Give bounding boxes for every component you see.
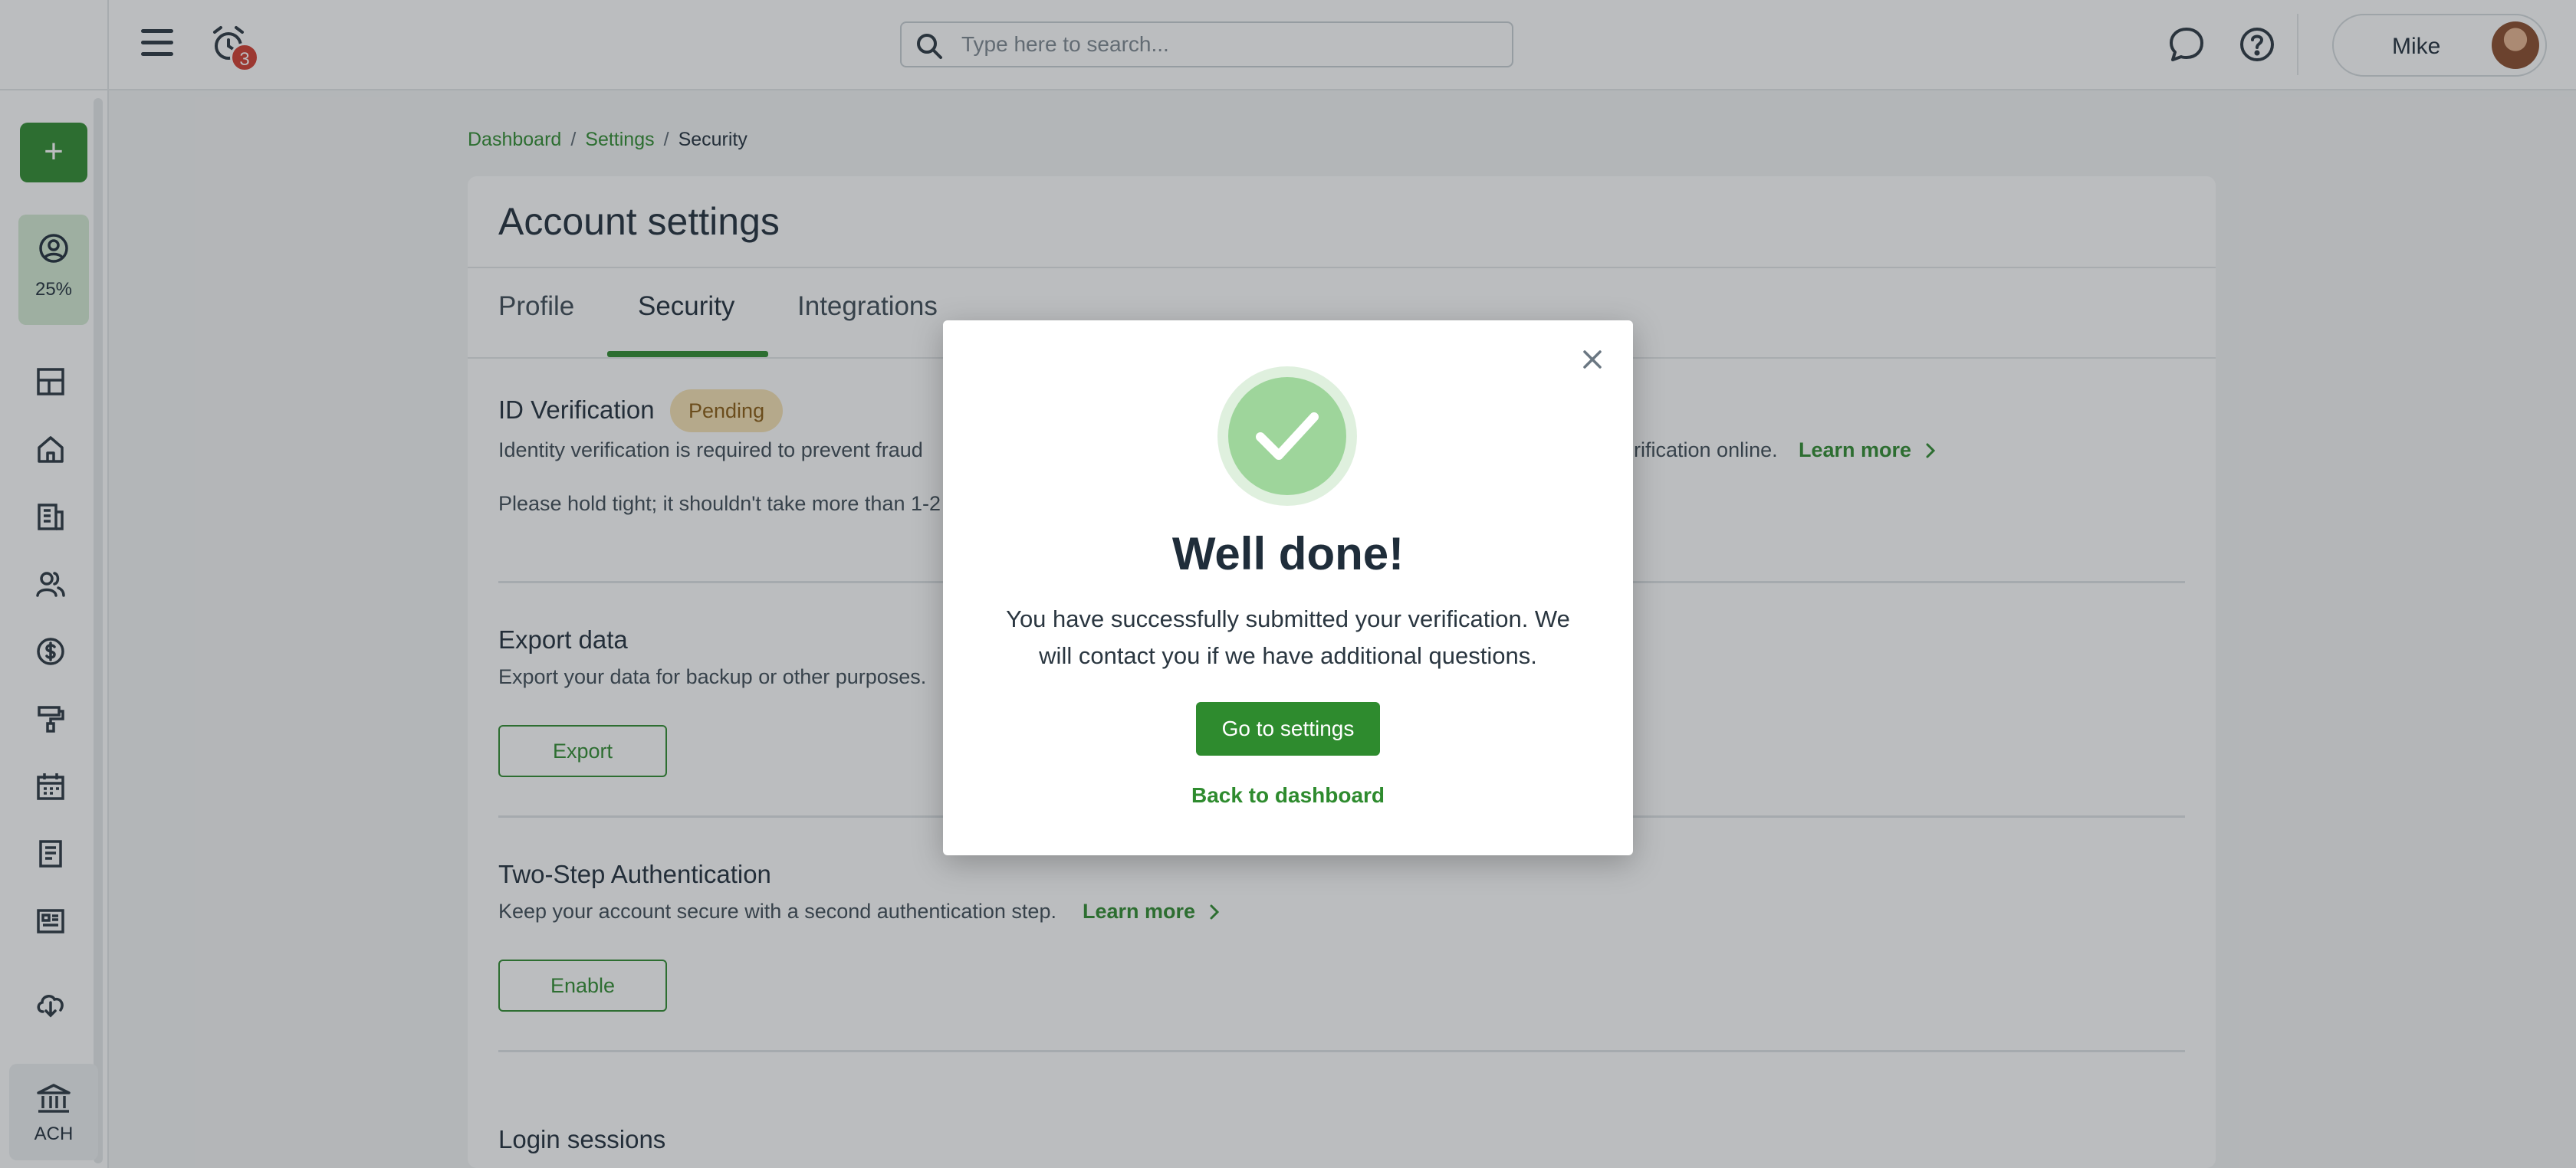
back-to-dashboard-link[interactable]: Back to dashboard: [943, 783, 1633, 808]
close-icon[interactable]: [1579, 346, 1605, 372]
modal-title: Well done!: [1171, 528, 1405, 579]
success-check-icon: [1217, 366, 1357, 506]
modal-message: You have successfully submitted your ver…: [1006, 605, 1570, 669]
success-modal: Well done! You have successfully submitt…: [943, 320, 1633, 855]
go-to-settings-button[interactable]: Go to settings: [1196, 702, 1380, 756]
